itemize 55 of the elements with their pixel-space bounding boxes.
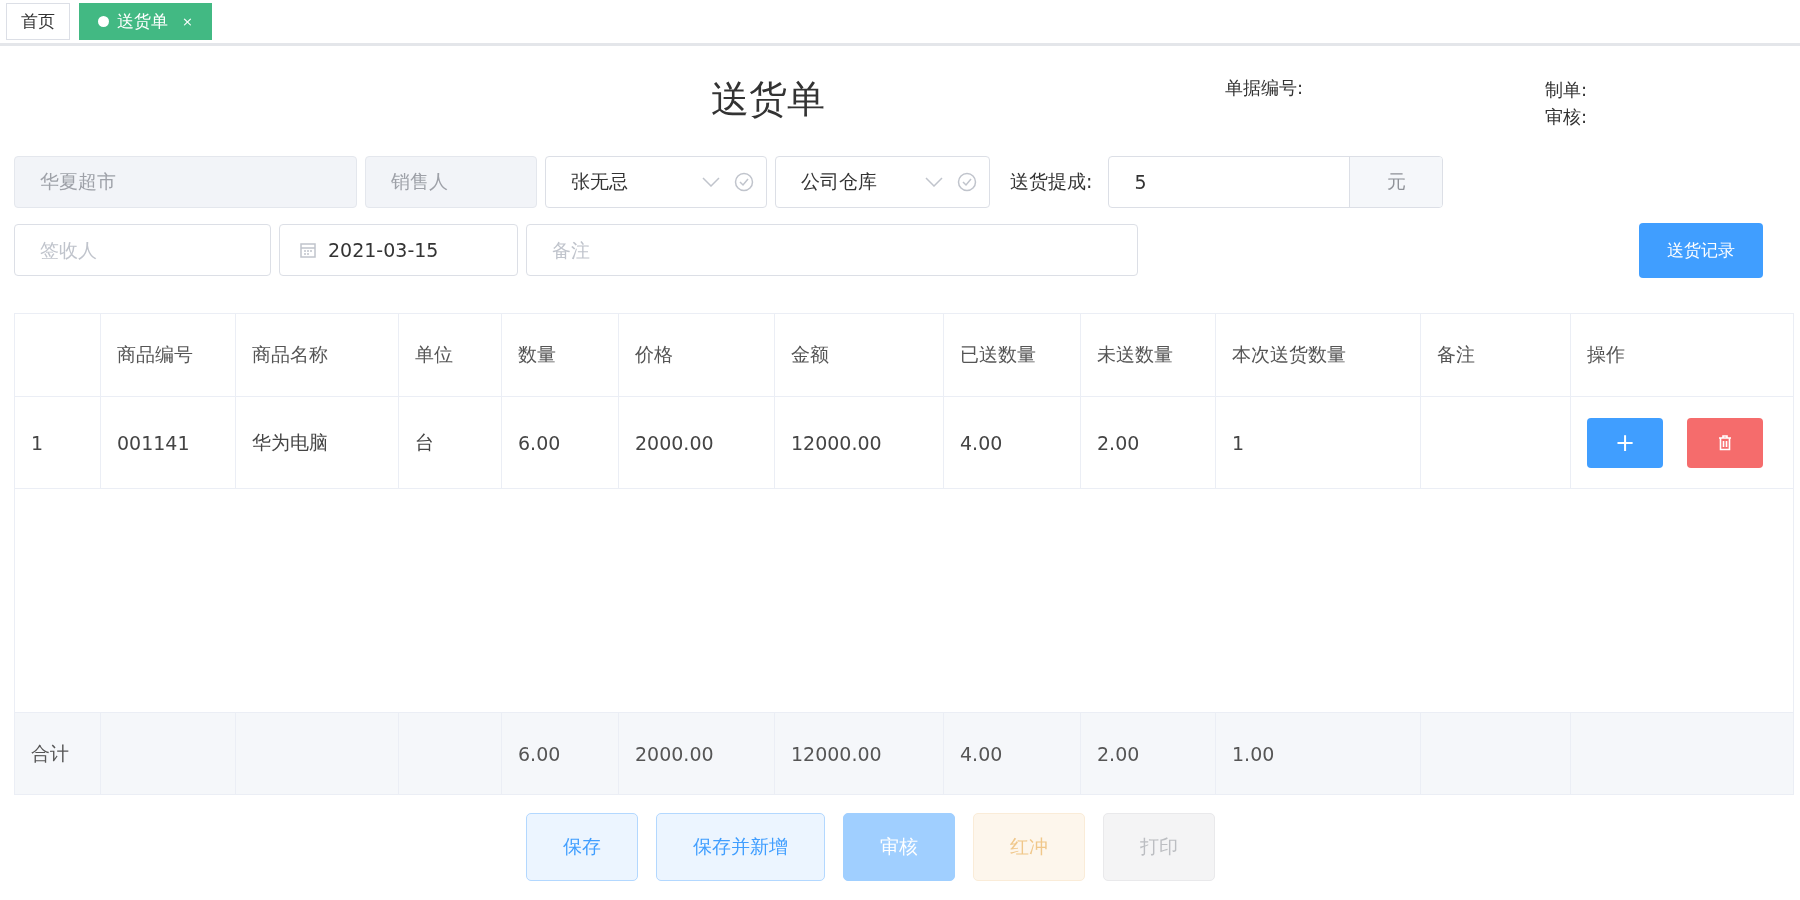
- total-cell: 6.00: [501, 712, 619, 795]
- total-cell: 合计: [14, 712, 101, 795]
- column-header: 价格: [618, 313, 775, 397]
- column-header: 本次送货数量: [1215, 313, 1421, 397]
- chevron-down-icon: [702, 177, 720, 187]
- check-circle-icon: [957, 172, 977, 192]
- remark-field[interactable]: 备注: [526, 224, 1138, 276]
- column-header: 未送数量: [1080, 313, 1216, 397]
- commission-field[interactable]: 5 元: [1108, 156, 1444, 208]
- select-field[interactable]: 公司仓库: [775, 156, 990, 208]
- commission-label: 送货提成:: [1010, 169, 1093, 194]
- table-cell: 华为电脑: [235, 396, 399, 489]
- dot-icon: [98, 16, 109, 27]
- doc-number-label: 单据编号:: [1224, 76, 1305, 100]
- column-header: 金额: [774, 313, 944, 397]
- action-button[interactable]: 保存并新增: [655, 813, 825, 881]
- page-title: 送货单: [710, 76, 826, 123]
- table-cell: 1: [14, 396, 101, 489]
- total-cell: 12000.00: [774, 712, 944, 795]
- table-cell: 1: [1215, 396, 1421, 489]
- close-icon[interactable]: ×: [182, 14, 193, 29]
- unit-suffix: 元: [1349, 157, 1443, 207]
- total-cell: 2.00: [1080, 712, 1216, 795]
- column-header: 商品名称: [235, 313, 399, 397]
- total-cell: 1.00: [1215, 712, 1421, 795]
- action-button[interactable]: 保存: [525, 813, 638, 881]
- tab[interactable]: 送货单 ×: [79, 3, 212, 40]
- table-cell: 6.00: [501, 396, 619, 489]
- delete-button[interactable]: [1687, 417, 1763, 468]
- receiver-field[interactable]: 签收人: [14, 224, 271, 276]
- tab[interactable]: 首页: [6, 3, 70, 40]
- column-header: 商品编号: [100, 313, 236, 397]
- column-header: 数量: [501, 313, 619, 397]
- column-header: 已送数量: [943, 313, 1081, 397]
- table-cell: 12000.00: [774, 396, 944, 489]
- table-cell: 4.00: [943, 396, 1081, 489]
- column-header: 操作: [1570, 313, 1794, 397]
- date-field[interactable]: 2021-03-15: [279, 224, 518, 276]
- calendar-icon: [300, 242, 316, 258]
- table-cell: 2.00: [1080, 396, 1216, 489]
- reviewer-label: 审核:: [1545, 105, 1589, 129]
- column-header: 单位: [398, 313, 502, 397]
- add-button[interactable]: +: [1587, 417, 1663, 468]
- delivery-record-button[interactable]: 送货记录: [1639, 222, 1763, 278]
- maker-label: 制单:: [1545, 78, 1589, 102]
- table-cell: 2000.00: [618, 396, 775, 489]
- select-field[interactable]: 张无忌: [545, 156, 767, 208]
- check-circle-icon: [734, 172, 754, 192]
- total-cell: 4.00: [943, 712, 1081, 795]
- table-cell: 台: [398, 396, 502, 489]
- trash-icon: [1718, 434, 1732, 451]
- total-cell: 2000.00: [618, 712, 775, 795]
- chevron-down-icon: [925, 177, 943, 187]
- column-header: 备注: [1420, 313, 1571, 397]
- table-cell: 001141: [100, 396, 236, 489]
